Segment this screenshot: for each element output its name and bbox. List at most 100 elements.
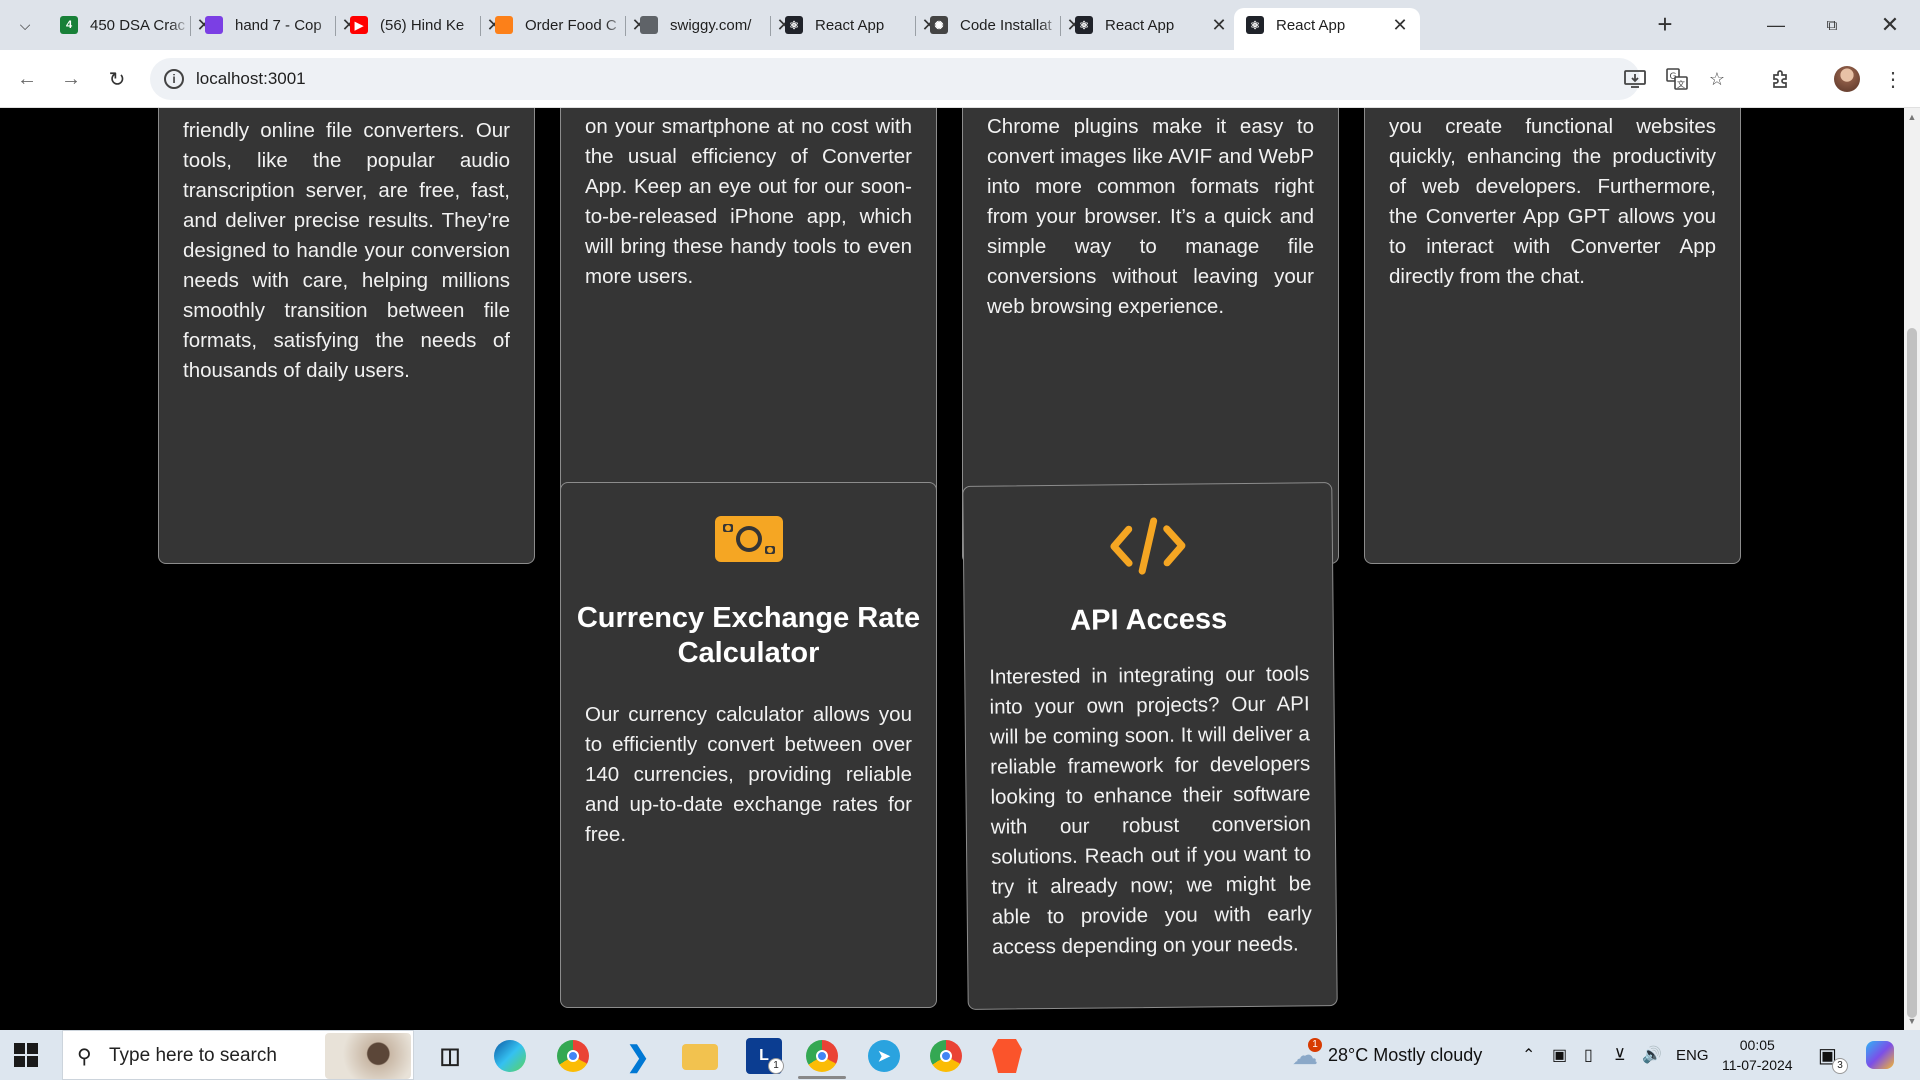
svg-text:文: 文 — [1677, 79, 1685, 89]
windows-start-button[interactable] — [14, 1043, 38, 1067]
vscode-icon[interactable]: ❯ — [620, 1038, 656, 1074]
windows-logo-icon — [14, 1043, 38, 1067]
sheets-icon: 4 — [60, 16, 78, 34]
active-app-indicator — [798, 1076, 846, 1079]
page-viewport: friendly online file converters. Our too… — [0, 108, 1904, 1030]
meet-now-icon[interactable]: ▣ — [1552, 1030, 1567, 1080]
tab-close-icon[interactable]: ✕ — [1211, 15, 1227, 36]
feature-card-currency: Currency Exchange Rate Calculator Our cu… — [560, 482, 937, 1008]
tab-separator — [335, 16, 336, 36]
restore-button[interactable]: ⧉ — [1804, 0, 1860, 50]
volume-icon[interactable]: 🔊 — [1642, 1030, 1662, 1080]
notifications-icon[interactable]: ▣ — [1818, 1030, 1837, 1080]
l-app-badge: 1 — [768, 1058, 784, 1074]
translate-icon[interactable]: G文 — [1666, 68, 1688, 90]
back-button[interactable]: ← — [12, 64, 42, 94]
card-description: friendly online file converters. Our too… — [183, 119, 510, 382]
youtube-icon: ▶ — [350, 16, 368, 34]
card-description: on your smartphone at no cost with the u… — [585, 115, 912, 288]
card-description: you create functional websites quickly, … — [1389, 115, 1716, 288]
chrome-profile-icon[interactable] — [806, 1040, 838, 1072]
battery-icon[interactable]: ▯ — [1584, 1030, 1593, 1080]
globe-icon — [640, 16, 658, 34]
card-description: Our currency calculator allows you to ef… — [585, 703, 912, 846]
file-explorer-icon[interactable] — [682, 1044, 718, 1070]
swiggy-icon — [495, 16, 513, 34]
close-window-button[interactable]: ✕ — [1862, 0, 1918, 50]
restore-icon: ⧉ — [1826, 16, 1838, 34]
telegram-icon[interactable]: ➤ — [868, 1040, 900, 1072]
feature-card-file-converters: friendly online file converters. Our too… — [158, 108, 535, 564]
tab-title: Order Food C — [525, 16, 617, 34]
page-scrollbar[interactable]: ▲ ▼ — [1904, 108, 1920, 1030]
tab-separator — [770, 16, 771, 36]
code-icon — [964, 515, 1333, 577]
task-view-icon[interactable]: ◫ — [432, 1038, 468, 1074]
clock[interactable]: 00:05 11-07-2024 — [1722, 1030, 1793, 1080]
reload-button[interactable]: ↻ — [102, 64, 132, 94]
scrollbar-thumb[interactable] — [1907, 328, 1917, 1018]
edge-icon[interactable] — [494, 1040, 526, 1072]
feature-card-api: API Access Interested in integrating our… — [962, 482, 1338, 1010]
extensions-icon[interactable] — [1766, 64, 1796, 94]
chevron-down-icon: ⌵ — [19, 16, 31, 33]
new-tab-button[interactable]: + — [1650, 10, 1680, 40]
chatgpt-icon: ✺ — [930, 16, 948, 34]
money-bill-icon — [561, 515, 936, 563]
notifications-badge: 3 — [1832, 1058, 1848, 1074]
feature-card-gpt: you create functional websites quickly, … — [1364, 108, 1741, 564]
arrow-left-icon: ← — [17, 67, 37, 90]
windows-taskbar: ⚲ Type here to search ◫ ❯ L 1 ➤ ☁ 1 28°C… — [0, 1030, 1920, 1080]
language-indicator[interactable]: ENG — [1676, 1030, 1709, 1080]
browser-toolbar: ← → ↻ i localhost:3001 G文 ☆ ⋮ — [0, 50, 1920, 108]
clock-date: 11-07-2024 — [1722, 1057, 1793, 1073]
taskbar-search-box[interactable]: ⚲ Type here to search — [62, 1030, 414, 1080]
minimize-icon: — — [1767, 14, 1785, 35]
browser-menu-icon[interactable]: ⋮ — [1878, 64, 1908, 94]
card-description: Chrome plugins make it easy to convert i… — [987, 115, 1314, 318]
tab-close-icon[interactable]: ✕ — [1392, 15, 1408, 36]
weather-widget[interactable]: ☁ 1 28°C Mostly cloudy — [1292, 1030, 1482, 1080]
wifi-icon[interactable]: ⊻ — [1614, 1030, 1626, 1080]
react-icon: ⚛ — [1246, 16, 1264, 34]
card-title: Currency Exchange Rate Calculator — [576, 602, 921, 669]
url-text[interactable]: localhost:3001 — [196, 69, 306, 89]
chevron-up-icon: ⌃ — [1522, 1047, 1536, 1064]
browser-tab[interactable]: ⚛ React App ✕ — [1234, 8, 1420, 50]
bookmark-star-icon[interactable]: ☆ — [1706, 68, 1728, 90]
tab-separator — [915, 16, 916, 36]
card-description: Interested in integrating our tools into… — [989, 662, 1312, 959]
profile-avatar[interactable] — [1834, 66, 1860, 92]
brave-icon[interactable] — [992, 1039, 1022, 1073]
scroll-up-arrow[interactable]: ▲ — [1907, 112, 1917, 122]
tab-title: Code Installat — [960, 16, 1052, 34]
chrome-icon[interactable] — [557, 1040, 589, 1072]
show-hidden-icons-button[interactable]: ⌃ — [1522, 1030, 1535, 1080]
copilot-taskbar-icon[interactable] — [1866, 1030, 1894, 1080]
tab-title: swiggy.com/ — [670, 16, 752, 34]
browser-tab[interactable]: ⚛ React App ✕ — [1063, 8, 1239, 42]
forward-button[interactable]: → — [56, 64, 86, 94]
minimize-button[interactable]: — — [1748, 0, 1804, 50]
weather-text: 28°C Mostly cloudy — [1328, 1044, 1483, 1065]
tab-title: React App — [815, 16, 885, 34]
tab-separator — [190, 16, 191, 36]
clock-time: 00:05 — [1739, 1037, 1775, 1053]
tab-strip: ⌵ 4 450 DSA Crac ✕ hand 7 - Cop ✕ ▶ (56) Hind … — [0, 0, 1920, 50]
weather-alert-badge: 1 — [1308, 1038, 1322, 1052]
tab-title: (56) Hind Ke — [380, 16, 465, 34]
tab-search-button[interactable]: ⌵ — [10, 10, 40, 40]
reload-icon: ↻ — [108, 68, 126, 91]
tab-separator — [625, 16, 626, 36]
address-bar[interactable]: i localhost:3001 G文 ☆ — [150, 58, 1725, 100]
close-icon: ✕ — [1880, 12, 1900, 37]
site-info-icon[interactable]: i — [164, 69, 184, 89]
install-app-icon[interactable] — [1624, 68, 1646, 90]
tab-title: 450 DSA Crac — [90, 16, 186, 34]
chrome-alt-icon[interactable] — [930, 1040, 962, 1072]
tab-title: hand 7 - Cop — [235, 16, 322, 34]
scroll-down-arrow[interactable]: ▼ — [1907, 1016, 1917, 1026]
react-icon: ⚛ — [1075, 16, 1093, 34]
tab-separator — [480, 16, 481, 36]
tab-title: React App — [1105, 16, 1175, 34]
